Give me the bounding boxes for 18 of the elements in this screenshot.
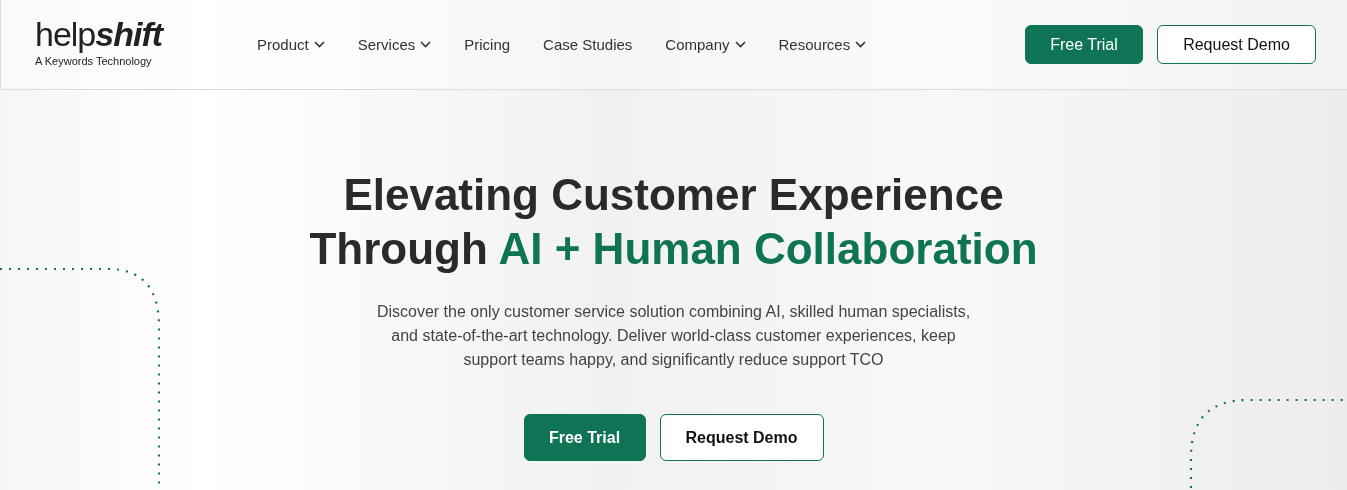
hero-headline: Elevating Customer Experience Through AI + Human Collaboration [309,169,1038,275]
logo-wordmark[interactable]: helpshift [35,16,163,51]
nav-link[interactable]: Pricing [464,36,511,53]
nav-link[interactable]: Resources [778,36,867,53]
request-demo-button[interactable]: Request Demo [659,414,824,461]
nav-link[interactable]: Services [357,36,432,53]
nav-link[interactable]: Company [665,36,746,53]
chevron-down-icon [313,41,325,48]
hero-description: Discover the only customer service solution combining AI, skilled human specialists, and state-of-the-art technology. Deliver world-class customer experiences, keep support teams happy, and significantly reduce support TCO [375,302,972,370]
chevron-down-icon [420,41,432,48]
free-trial-button[interactable]: Free Trial [1025,25,1143,64]
nav-link[interactable]: Case Studies [543,36,633,53]
request-demo-button[interactable]: Request Demo [1157,25,1316,64]
chevron-down-icon [734,41,746,48]
free-trial-button[interactable]: Free Trial [523,414,646,461]
chevron-down-icon [855,41,867,48]
logo-tagline: A Keywords Technology [35,54,152,67]
nav-link[interactable]: Product [257,36,325,53]
